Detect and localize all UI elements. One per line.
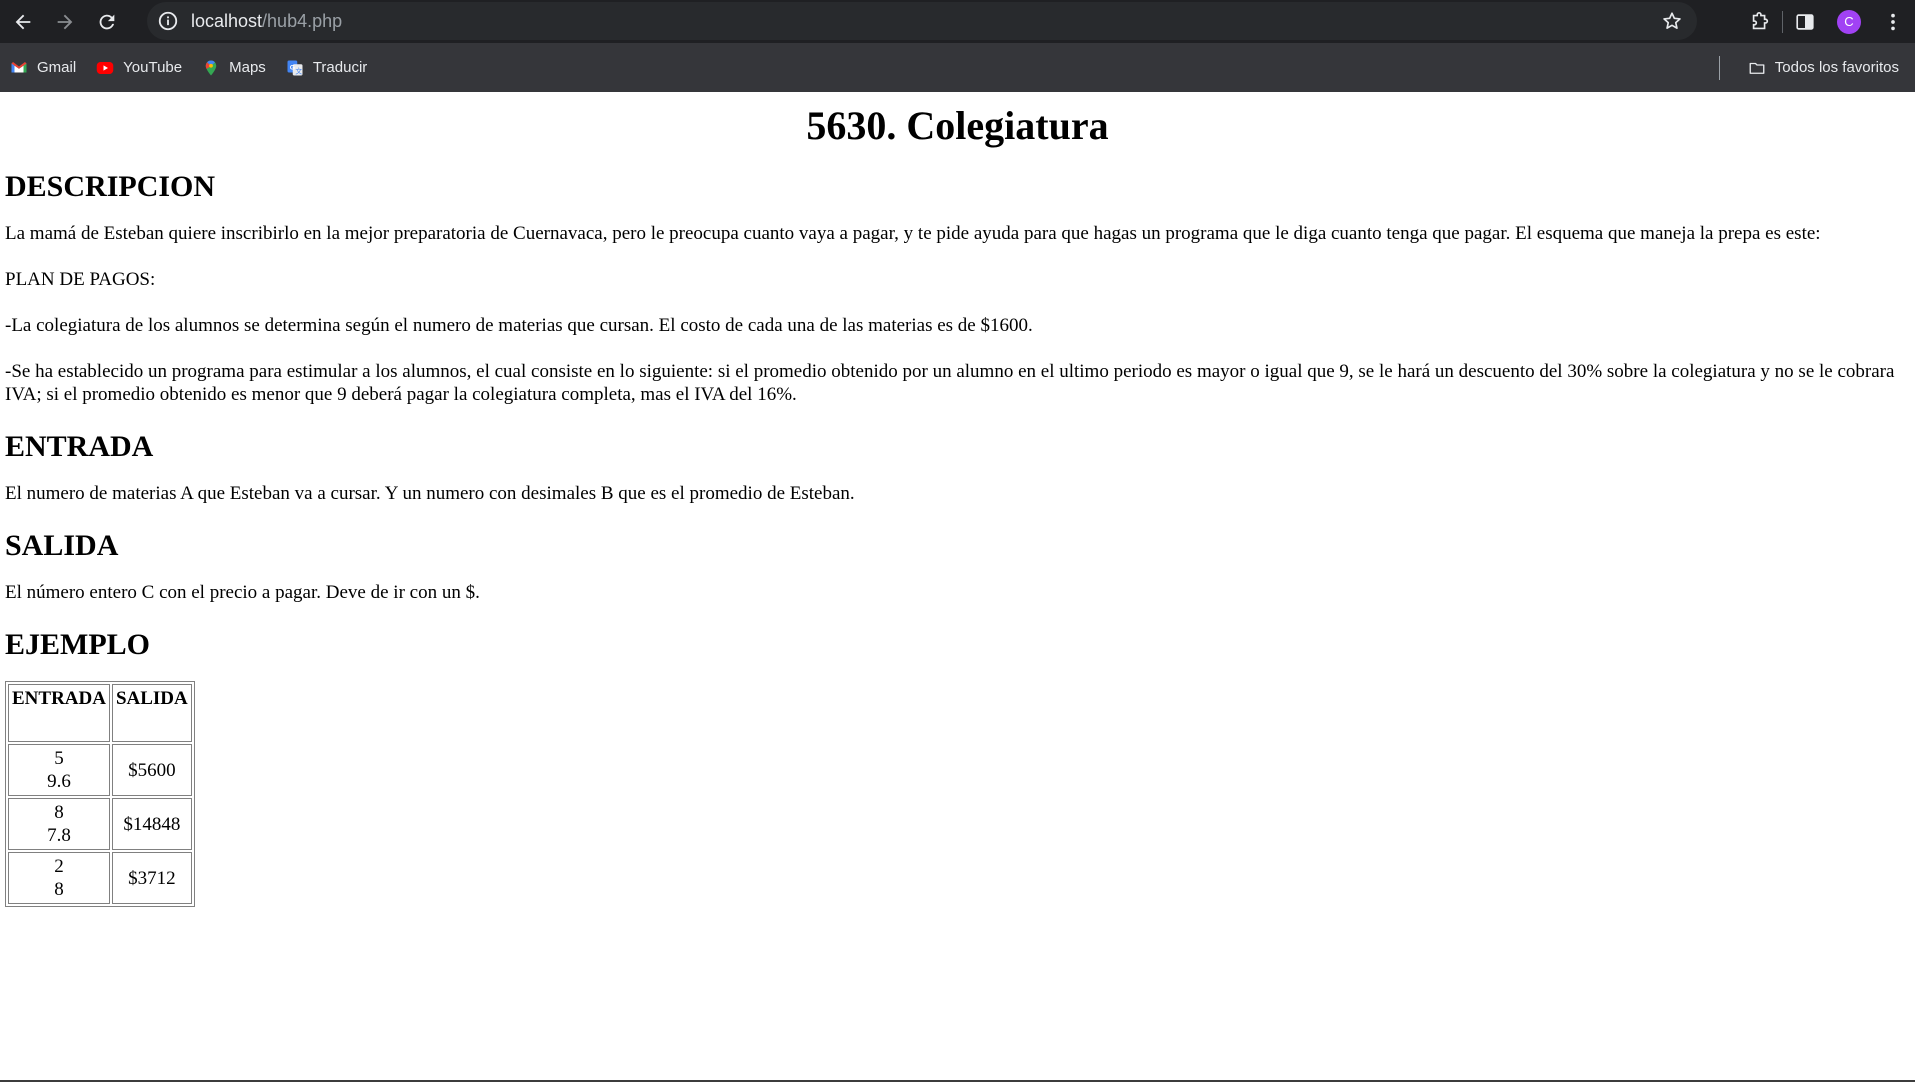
bookmark-label: Maps — [229, 59, 266, 76]
maps-icon — [202, 59, 220, 77]
table-header-row: ENTRADA SALIDA — [8, 684, 192, 742]
bookmark-star-icon[interactable] — [1661, 10, 1683, 32]
bookmark-youtube[interactable]: YouTube — [86, 52, 192, 84]
menu-button[interactable] — [1871, 0, 1915, 43]
arrow-left-icon — [15, 14, 31, 29]
example-heading: EJEMPLO — [5, 628, 151, 661]
svg-text:文: 文 — [295, 66, 302, 75]
output-description: El número entero C con el precio a pagar… — [5, 582, 480, 603]
column-header-output: SALIDA — [111, 684, 192, 742]
bookmarks-bar: Gmail YouTube Maps G文 Traducir Todos los… — [0, 43, 1915, 92]
folder-icon — [1748, 59, 1766, 77]
profile-button[interactable]: C — [1827, 0, 1871, 43]
output-cell: $14848 — [111, 798, 192, 850]
gmail-icon — [10, 59, 28, 77]
back-button[interactable] — [4, 3, 42, 41]
output-heading: SALIDA — [5, 529, 119, 562]
bookmark-maps[interactable]: Maps — [192, 52, 276, 84]
input-heading: ENTRADA — [5, 430, 154, 463]
description-intro: La mamá de Esteban quiere inscribirlo en… — [5, 223, 1821, 244]
input-b-value: 8 — [54, 879, 64, 900]
description-heading: DESCRIPCION — [5, 170, 216, 203]
reload-button[interactable] — [88, 3, 126, 41]
translate-icon: G文 — [286, 59, 304, 77]
url-text[interactable]: localhost/hub4.php — [191, 11, 342, 32]
input-description: El numero de materias A que Esteban va a… — [5, 483, 855, 504]
all-bookmarks-area: Todos los favoritos — [1718, 43, 1915, 92]
avatar: C — [1837, 9, 1861, 34]
cost-rule-text: -La colegiatura de los alumnos se determ… — [5, 315, 1033, 336]
page-title: 5630. Colegiatura — [806, 103, 1109, 148]
bookmarks-divider — [1718, 55, 1720, 80]
example-table: ENTRADA SALIDA 5 9.6 $5600 8 7.8 $14848 28… — [5, 681, 195, 907]
bookmark-gmail[interactable]: Gmail — [0, 52, 86, 84]
all-bookmarks-button[interactable]: Todos los favoritos — [1738, 52, 1915, 84]
input-a-value: 5 — [54, 748, 64, 769]
table-row: 5 9.6 $5600 — [8, 744, 192, 796]
output-cell: $5600 — [111, 744, 192, 796]
input-b-value: 7.8 — [47, 825, 71, 846]
kebab-menu-icon — [1891, 13, 1895, 30]
output-cell: $3712 — [111, 852, 192, 904]
puzzle-icon — [1752, 11, 1769, 29]
url-path: /hub4.php — [262, 10, 343, 31]
site-info-icon[interactable] — [157, 10, 179, 32]
input-a-value: 2 — [54, 856, 64, 877]
bookmark-label: Traducir — [312, 59, 368, 76]
input-b-value: 9.6 — [47, 771, 71, 792]
youtube-icon — [96, 59, 114, 77]
forward-button[interactable] — [46, 3, 84, 41]
address-bar[interactable]: localhost/hub4.php — [147, 2, 1697, 40]
arrow-right-icon — [57, 14, 73, 29]
payment-plan-label: PLAN DE PAGOS: — [5, 269, 156, 290]
reload-icon — [99, 14, 115, 29]
bookmark-label: YouTube — [123, 59, 183, 76]
svg-text:G: G — [290, 64, 295, 71]
extensions-button[interactable] — [1738, 0, 1782, 43]
page-content: 5630. Colegiatura DESCRIPCION La mamá de… — [0, 92, 1915, 1081]
input-cell: 28 — [8, 852, 110, 904]
input-cell: 8 7.8 — [8, 798, 110, 850]
input-a-value: 8 — [54, 802, 64, 823]
input-cell: 5 9.6 — [8, 744, 110, 796]
table-row: 8 7.8 $14848 — [8, 798, 192, 850]
bookmark-translate[interactable]: G文 Traducir — [276, 52, 377, 84]
browser-toolbar: localhost/hub4.php C — [0, 0, 1915, 43]
all-bookmarks-label: Todos los favoritos — [1774, 59, 1899, 76]
bookmark-label: Gmail — [37, 59, 77, 76]
table-row: 28 $3712 — [8, 852, 192, 904]
column-header-input: ENTRADA — [8, 684, 110, 742]
url-host: localhost — [191, 10, 263, 31]
side-panel-button[interactable] — [1783, 0, 1827, 43]
side-panel-icon — [1796, 13, 1814, 30]
discount-rule-text: -Se ha establecido un programa para esti… — [5, 361, 1895, 405]
toolbar-actions: C — [1738, 0, 1915, 43]
